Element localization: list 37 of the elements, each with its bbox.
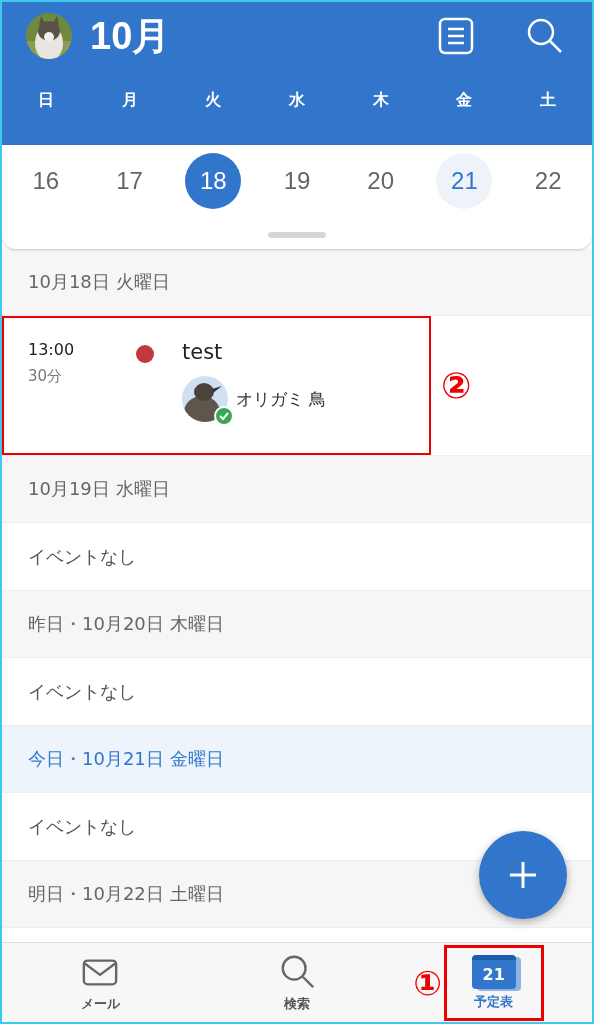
date-button[interactable]: 19 (269, 153, 325, 209)
attendee-name: オリガミ 鳥 (236, 387, 327, 411)
event-title: test (182, 340, 224, 364)
date-heading-text: 昨日・10月20日 木曜日 (28, 612, 224, 636)
month-title: 10月 (90, 13, 171, 59)
date-heading-text: 今日・10月21日 金曜日 (28, 747, 224, 771)
event-time: 13:00 (28, 340, 76, 359)
list-view-icon[interactable] (436, 16, 476, 56)
weekday-label: 水 (288, 90, 306, 111)
event-item[interactable]: 13:00 30分 test オリガミ 鳥 (2, 316, 431, 455)
date-button[interactable]: 20 (352, 153, 409, 209)
annotation-number: ② (441, 365, 472, 406)
no-events-text: イベントなし (28, 544, 136, 569)
annotation-number: ① (413, 963, 443, 1003)
date-button[interactable]: 18 (185, 153, 242, 209)
plus-icon (508, 860, 538, 890)
weekday-label: 土 (539, 90, 558, 111)
event-duration: 30分 (28, 367, 64, 386)
weekday-label: 火 (204, 90, 223, 111)
tab-button[interactable]: 21 予定表 (443, 944, 544, 1021)
add-button[interactable] (479, 831, 567, 919)
tab-button[interactable]: メール (50, 944, 151, 1021)
date-button[interactable]: 16 (17, 153, 74, 209)
no-events-text: イベントなし (28, 814, 136, 839)
date-button[interactable]: 17 (101, 153, 158, 209)
weekday-label: 木 (371, 90, 390, 111)
date-heading-text: 10月19日 水曜日 (28, 477, 170, 501)
date-heading-text: 明日・10月22日 土曜日 (28, 882, 224, 906)
date-button[interactable]: 21 (436, 153, 493, 209)
no-events-text: イベントなし (28, 679, 136, 704)
weekday-label: 金 (455, 90, 474, 111)
date-heading-text: 10月18日 火曜日 (28, 270, 170, 294)
date-button[interactable]: 22 (520, 153, 577, 209)
weekday-label: 月 (120, 90, 139, 111)
drag-handle[interactable] (268, 232, 326, 238)
weekday-label: 日 (36, 90, 55, 111)
tab-button[interactable]: 検索 (247, 944, 347, 1021)
